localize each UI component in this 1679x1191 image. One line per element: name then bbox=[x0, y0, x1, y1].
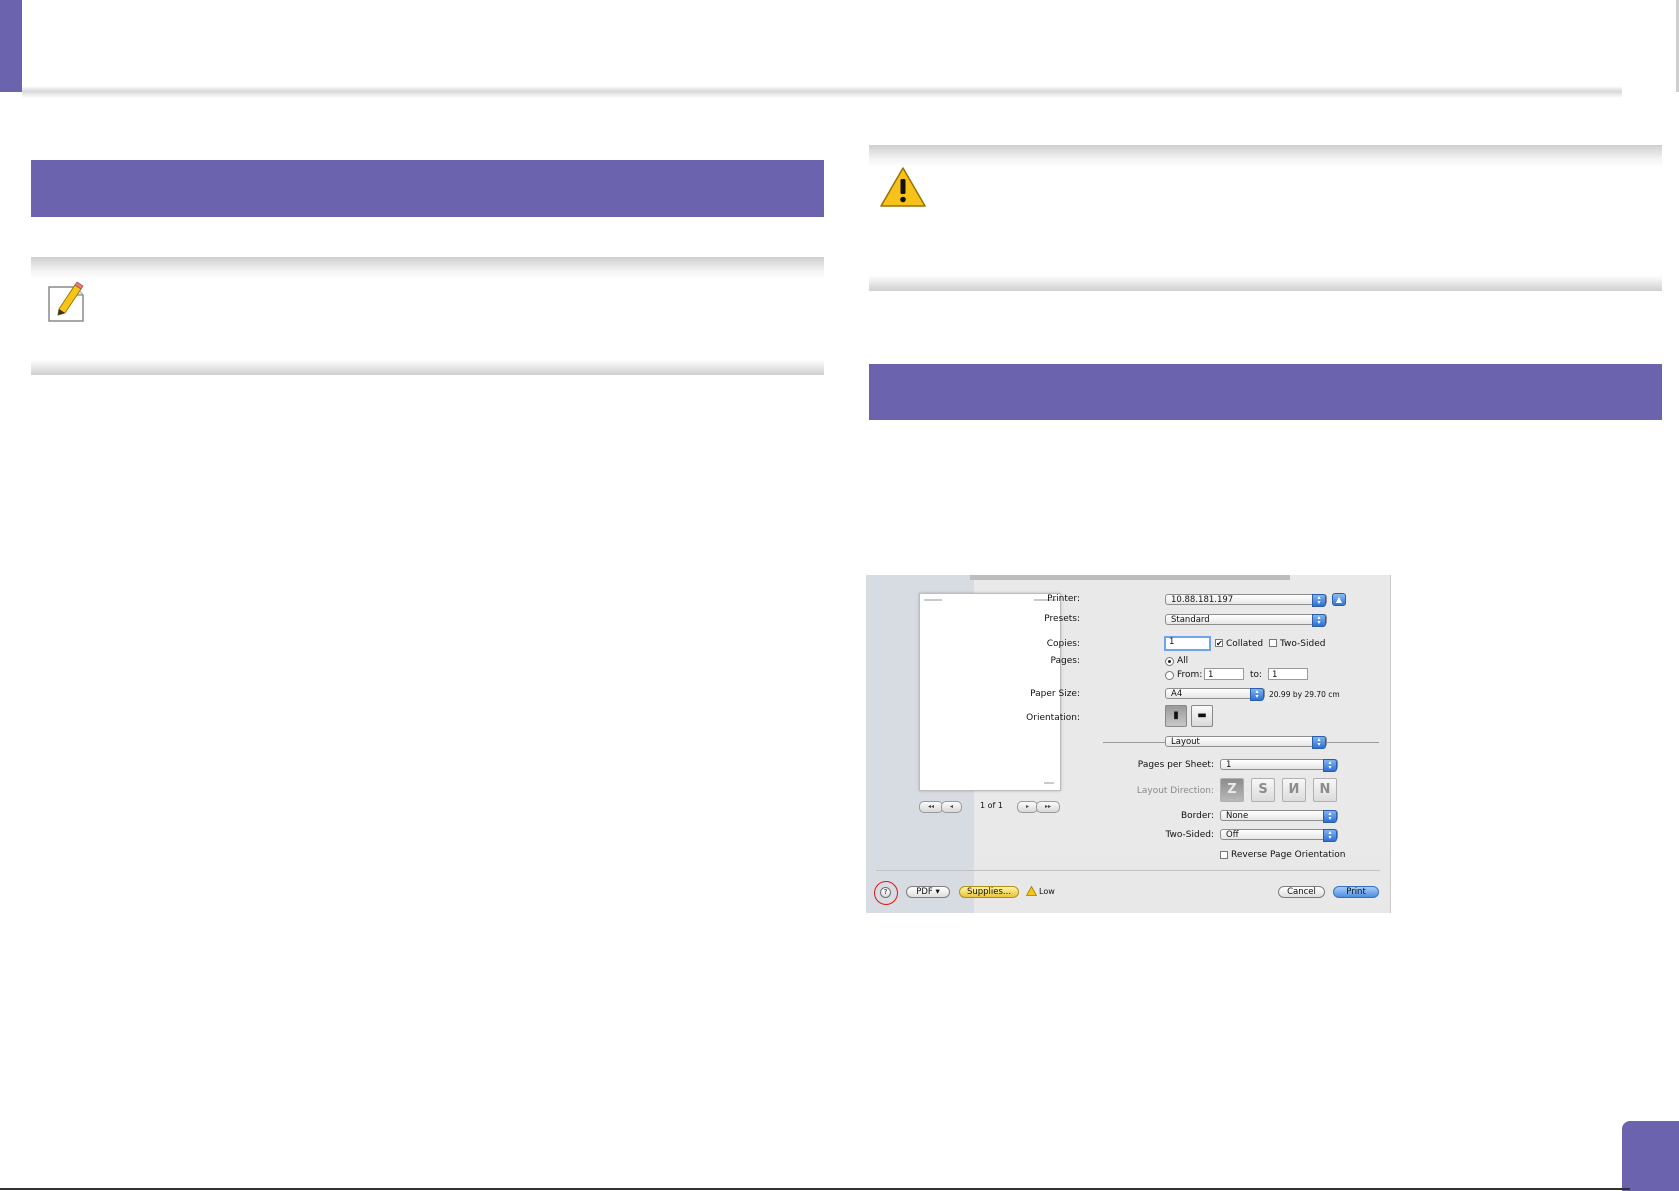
pages-all-label: All bbox=[1177, 656, 1189, 666]
caution-box bbox=[869, 145, 1662, 291]
pages-from-input[interactable]: 1 bbox=[1204, 668, 1244, 680]
supplies-button[interactable]: Supplies... bbox=[959, 886, 1019, 898]
reverse-orientation-label: Reverse Page Orientation bbox=[1231, 850, 1346, 860]
border-select[interactable]: None ▴ ▾ bbox=[1220, 810, 1338, 823]
copies-input[interactable]: 1 bbox=[1164, 636, 1211, 651]
collated-label: Collated bbox=[1226, 639, 1264, 649]
preview-prev-page-button[interactable]: ◂ bbox=[941, 801, 962, 813]
presets-select[interactable]: Standard ▴ ▾ bbox=[1165, 614, 1327, 627]
footer-separator bbox=[876, 870, 1380, 871]
paper-size-dimensions: 20.99 by 29.70 cm bbox=[1269, 690, 1340, 699]
layout-direction-reverse-n-icon[interactable]: И bbox=[1282, 778, 1306, 802]
portrait-orientation-button[interactable]: ▮ bbox=[1165, 705, 1187, 727]
printer-select-value: 10.88.181.197 bbox=[1171, 595, 1234, 605]
chevron-updown-icon: ▴ ▾ bbox=[1323, 829, 1337, 842]
preview-first-page-button[interactable]: ◂◂ bbox=[919, 801, 943, 813]
preview-header-text bbox=[924, 599, 942, 601]
chevron-updown-icon: ▴ ▾ bbox=[1250, 688, 1264, 701]
section-heading-bar-right bbox=[869, 364, 1662, 420]
footer-rule bbox=[0, 1188, 1630, 1190]
collated-checkbox[interactable]: ✔ bbox=[1215, 639, 1223, 648]
help-button[interactable]: ? bbox=[880, 887, 891, 898]
collapse-details-button[interactable]: ▲ bbox=[1332, 593, 1346, 606]
pages-all-radio[interactable] bbox=[1165, 657, 1174, 666]
two-sided-label: Two-Sided bbox=[1280, 639, 1326, 649]
section-heading-bar-left bbox=[31, 160, 824, 217]
reverse-orientation-checkbox[interactable] bbox=[1220, 851, 1228, 859]
presets-select-value: Standard bbox=[1171, 615, 1210, 625]
chevron-updown-icon: ▴ ▾ bbox=[1312, 614, 1326, 627]
two-sided-select[interactable]: Off ▴ ▾ bbox=[1220, 829, 1338, 842]
note-box-top-edge bbox=[31, 257, 824, 279]
cancel-button[interactable]: Cancel bbox=[1278, 886, 1325, 898]
warning-triangle-icon bbox=[879, 165, 927, 213]
layout-direction-n-icon[interactable]: N bbox=[1313, 778, 1337, 802]
pages-per-sheet-value: 1 bbox=[1226, 760, 1232, 770]
triangle-up-icon: ▲ bbox=[1335, 595, 1343, 604]
two-sided-select-value: Off bbox=[1226, 830, 1239, 840]
chevron-updown-icon: ▴ ▾ bbox=[1323, 810, 1337, 823]
preview-last-page-button[interactable]: ▸▸ bbox=[1036, 801, 1060, 813]
print-dialog-screenshot: ◂◂ ◂ 1 of 1 ▸ ▸▸ Printer: 10.88.181.197 … bbox=[866, 575, 1391, 913]
paper-size-select-value: A4 bbox=[1171, 689, 1183, 699]
note-box bbox=[31, 257, 824, 375]
page-number-badge bbox=[1622, 1121, 1679, 1191]
portrait-person-icon: ▮ bbox=[1173, 710, 1179, 721]
printer-label: Printer: bbox=[1047, 594, 1080, 604]
pages-to-label: to: bbox=[1250, 670, 1263, 680]
border-label: Border: bbox=[1180, 811, 1214, 821]
paper-size-label: Paper Size: bbox=[1030, 689, 1080, 699]
layout-direction-z-icon[interactable]: Z bbox=[1220, 778, 1244, 802]
preview-footer-text bbox=[1044, 782, 1054, 784]
layout-direction-label: Layout Direction: bbox=[1136, 786, 1214, 796]
presets-label: Presets: bbox=[1044, 614, 1080, 624]
pages-per-sheet-select[interactable]: 1 ▴ ▾ bbox=[1220, 759, 1338, 772]
printer-select[interactable]: 10.88.181.197 ▴ ▾ bbox=[1165, 594, 1327, 607]
dialog-title-edge bbox=[970, 575, 1290, 580]
note-pencil-icon bbox=[45, 279, 89, 329]
supply-status-text: Low bbox=[1039, 887, 1055, 896]
pages-to-input[interactable]: 1 bbox=[1268, 668, 1308, 680]
preview-next-page-button[interactable]: ▸ bbox=[1017, 801, 1038, 813]
pages-from-label: From: bbox=[1177, 670, 1203, 680]
orientation-label: Orientation: bbox=[1026, 713, 1080, 723]
note-box-bottom-edge bbox=[31, 359, 824, 375]
landscape-orientation-button[interactable]: ▬ bbox=[1191, 705, 1213, 727]
caution-box-bottom-edge bbox=[869, 275, 1662, 291]
pdf-menu-button[interactable]: PDF ▾ bbox=[906, 886, 950, 898]
header-divider bbox=[22, 86, 1622, 98]
print-button[interactable]: Print bbox=[1333, 886, 1379, 898]
header-accent-bar bbox=[0, 0, 22, 92]
landscape-person-icon: ▬ bbox=[1197, 710, 1207, 721]
copies-label: Copies: bbox=[1046, 639, 1080, 649]
pages-label: Pages: bbox=[1050, 656, 1080, 666]
panel-select-value: Layout bbox=[1171, 737, 1200, 747]
preview-page-indicator: 1 of 1 bbox=[980, 801, 1003, 810]
paper-size-select[interactable]: A4 ▴ ▾ bbox=[1165, 688, 1265, 701]
two-sided-select-label: Two-Sided: bbox=[1165, 830, 1215, 840]
pages-per-sheet-label: Pages per Sheet: bbox=[1137, 760, 1214, 770]
pages-range-radio[interactable] bbox=[1165, 671, 1174, 680]
two-sided-checkbox[interactable] bbox=[1269, 639, 1277, 647]
low-supply-warning-icon bbox=[1025, 885, 1038, 899]
panel-select[interactable]: Layout ▴ ▾ bbox=[1165, 736, 1327, 749]
chevron-updown-icon: ▴ ▾ bbox=[1323, 759, 1337, 772]
layout-direction-s-icon[interactable]: S bbox=[1251, 778, 1275, 802]
border-select-value: None bbox=[1226, 811, 1249, 821]
caution-box-top-edge bbox=[869, 145, 1662, 167]
chevron-updown-icon: ▴ ▾ bbox=[1312, 736, 1326, 749]
chevron-updown-icon: ▴ ▾ bbox=[1312, 594, 1326, 607]
